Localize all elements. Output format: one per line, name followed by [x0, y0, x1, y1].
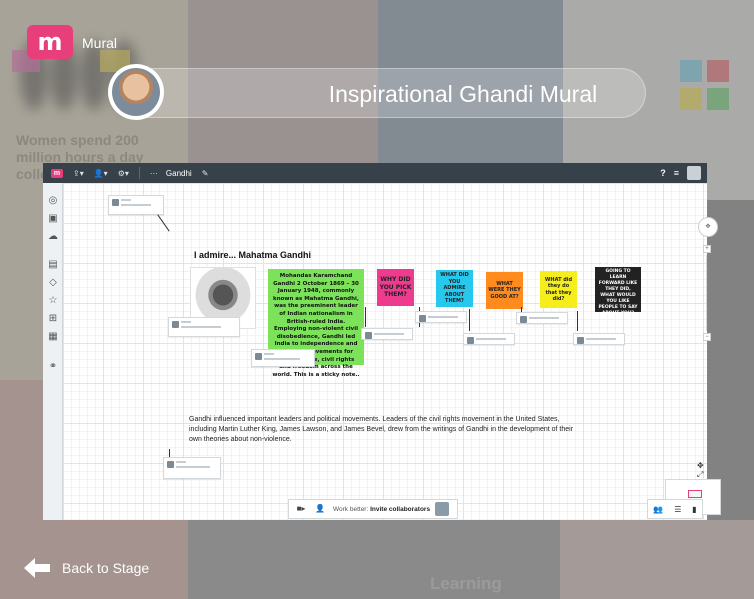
grid-icon[interactable]: ⊞: [47, 313, 59, 325]
navigation-control[interactable]: ✥: [698, 217, 718, 237]
back-to-stage-label: Back to Stage: [62, 560, 150, 576]
image-icon[interactable]: ▣: [47, 213, 59, 225]
app-name: Mural: [82, 35, 118, 51]
comment-card[interactable]: [108, 195, 164, 215]
add-user-icon[interactable]: 👤: [313, 503, 327, 515]
globe-icon[interactable]: ◎: [47, 195, 59, 207]
connector-icon[interactable]: ⚭: [47, 361, 59, 373]
collaborator-avatar[interactable]: [435, 502, 450, 516]
toolbar-avatar[interactable]: [687, 166, 701, 180]
menu-icon[interactable]: ≡: [674, 168, 679, 178]
comment-card[interactable]: [516, 312, 568, 324]
board-sidebar: ◎ ▣ ☁ ▤ ◇ ☆ ⊞ ▦ ⚭: [43, 183, 63, 520]
frame-icon[interactable]: ▤: [47, 259, 59, 271]
people-icon[interactable]: 👥: [653, 505, 663, 514]
board-name[interactable]: Gandhi: [166, 169, 192, 178]
mural-logo[interactable]: m: [27, 25, 73, 59]
list-icon[interactable]: ☰: [674, 505, 681, 514]
chat-icon[interactable]: ▮: [692, 505, 696, 514]
sticky-note-yellow[interactable]: WHAT did they do that they did?: [540, 271, 577, 308]
zoom-in-icon[interactable]: +: [703, 245, 711, 253]
comment-card[interactable]: [361, 328, 413, 340]
comment-card[interactable]: [163, 457, 221, 479]
back-arrow-icon: [24, 558, 50, 578]
mural-title-bar: Inspirational Ghandi Mural: [120, 68, 646, 118]
video-icon[interactable]: ■▸: [294, 503, 308, 515]
pattern-icon[interactable]: ▦: [47, 331, 59, 343]
board-logo-icon[interactable]: m: [51, 168, 63, 178]
users-icon[interactable]: 👤▾: [94, 169, 108, 178]
back-to-stage-button[interactable]: Back to Stage: [24, 558, 149, 578]
board-canvas[interactable]: I admire... Mahatma Gandhi Mohandas Kara…: [63, 183, 721, 520]
more-icon[interactable]: ···: [150, 169, 158, 178]
board-heading[interactable]: I admire... Mahatma Gandhi: [194, 250, 311, 260]
sticky-note-blue[interactable]: WHAT DID YOU ADMIRE ABOUT THEM?: [436, 270, 473, 307]
sticky-note-pink[interactable]: WHY DID YOU PICK THEM?: [377, 269, 414, 306]
cloud-icon[interactable]: ☁: [47, 231, 59, 243]
settings-icon[interactable]: ⚙▾: [118, 169, 129, 178]
sticky-note-orange[interactable]: WHAT WERE THEY GOOD AT?: [486, 272, 523, 309]
user-avatar[interactable]: [108, 64, 164, 120]
sticky-note-black[interactable]: IF YOU WERE GOING TO LEARN FORWARD LIKE …: [595, 263, 641, 316]
fit-view-icon[interactable]: ✥ ⤢: [697, 461, 707, 480]
help-icon[interactable]: ?: [660, 168, 666, 178]
invite-prompt[interactable]: Work better: Invite collaborators: [333, 506, 430, 513]
mural-title: Inspirational Ghandi Mural: [328, 81, 598, 107]
bottom-toolbar: ■▸ 👤 Work better: Invite collaborators: [288, 499, 458, 519]
mural-preview[interactable]: m ⇪▾ 👤▾ ⚙▾ ··· Gandhi ✎ ? ≡ ◎ ▣ ☁ ▤ ◇ ☆ …: [43, 163, 721, 520]
board-toolbar: m ⇪▾ 👤▾ ⚙▾ ··· Gandhi ✎ ? ≡: [43, 163, 707, 183]
bottom-right-panel: 👥 ☰ ▮: [647, 499, 703, 519]
comment-card[interactable]: [168, 317, 240, 337]
zoom-out-icon[interactable]: −: [703, 333, 711, 341]
share-icon[interactable]: ⇪▾: [73, 169, 84, 178]
edit-name-icon[interactable]: ✎: [202, 169, 209, 178]
comment-card[interactable]: [573, 333, 625, 345]
board-paragraph[interactable]: Gandhi influenced important leaders and …: [189, 415, 579, 445]
zoom-slider[interactable]: + −: [703, 245, 711, 343]
star-icon[interactable]: ☆: [47, 295, 59, 307]
comment-card[interactable]: [463, 333, 515, 345]
shapes-icon[interactable]: ◇: [47, 277, 59, 289]
comment-card[interactable]: [415, 311, 467, 323]
comment-card[interactable]: [251, 349, 315, 367]
